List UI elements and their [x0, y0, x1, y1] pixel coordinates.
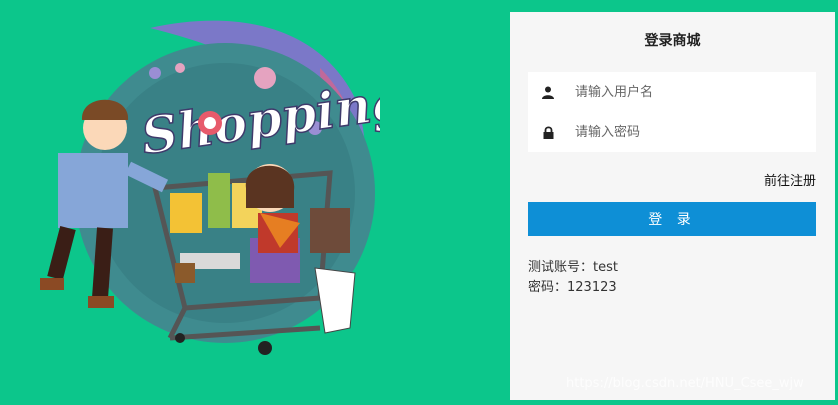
test-password-hint: 密码：123123 — [528, 280, 617, 295]
password-row — [528, 112, 816, 152]
login-title: 登录商城 — [644, 33, 701, 49]
username-row — [528, 72, 816, 112]
test-account-hint: 测试账号：test — [528, 260, 618, 275]
watermark: https://blog.csdn.net/HNU_Csee_wjw — [566, 376, 804, 391]
shopping-illustration: Shopping — [40, 20, 380, 355]
register-link[interactable]: 前往注册 — [764, 170, 816, 189]
login-button[interactable]: 登 录 — [528, 202, 816, 236]
login-panel: 登录商城 前往注册 登 录 测试账号：test 密码：123123 — [510, 12, 835, 400]
user-icon — [540, 84, 556, 100]
username-input[interactable] — [573, 83, 807, 101]
lock-icon — [540, 124, 556, 140]
password-input[interactable] — [573, 123, 807, 141]
login-form — [528, 72, 816, 152]
